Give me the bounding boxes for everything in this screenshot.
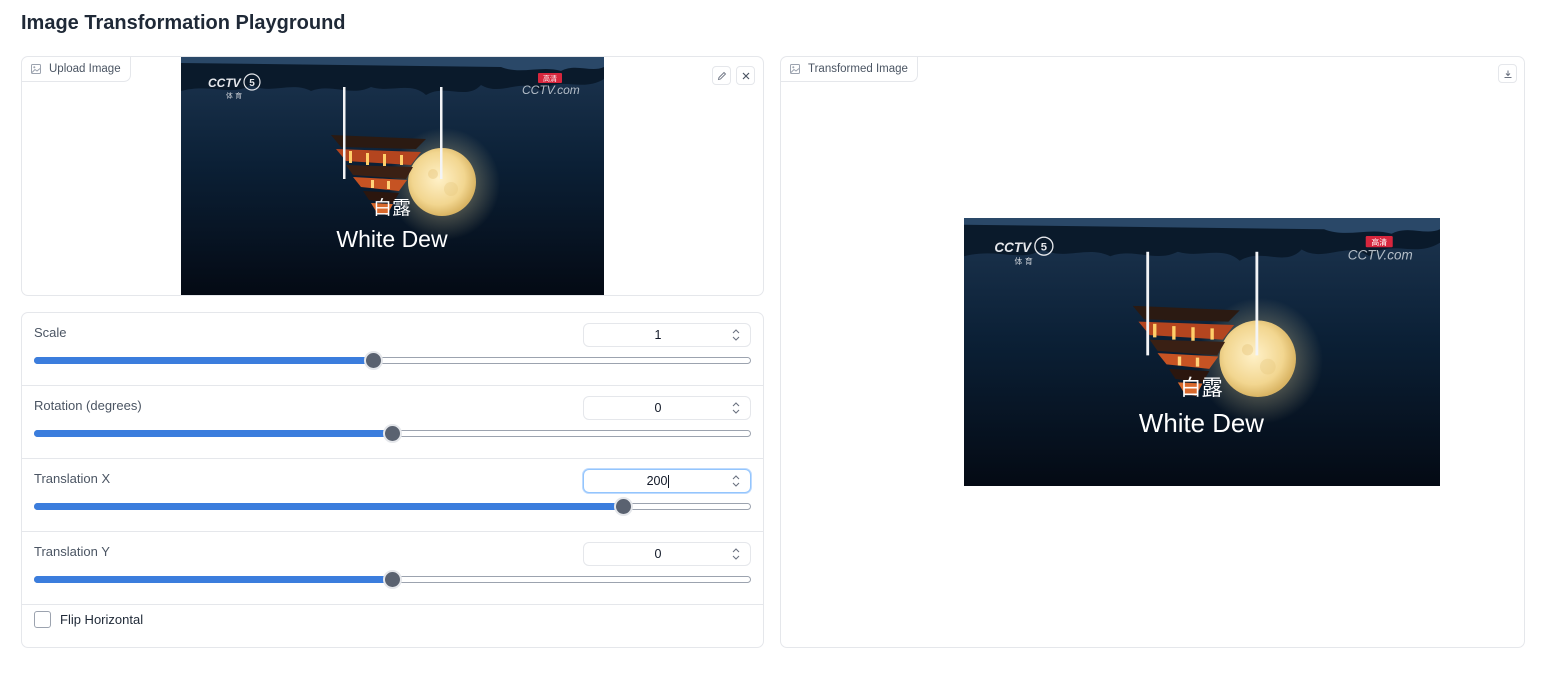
transformed-image-panel: Transformed Image 白露 White Dew CCTV 5 体 … xyxy=(780,56,1525,648)
svg-text:体 育: 体 育 xyxy=(226,91,242,100)
translation-y-slider[interactable] xyxy=(34,570,751,589)
rotation-label: Rotation (degrees) xyxy=(34,398,142,413)
upload-image-label: Upload Image xyxy=(22,57,131,82)
rotation-slider-fill xyxy=(34,430,393,437)
uploaded-image: 白露 White Dew CCTV 5 体 育 高清 CCTV.com xyxy=(181,57,604,295)
scale-label: Scale xyxy=(34,325,67,340)
translation-x-slider-fill xyxy=(34,503,625,510)
image-icon xyxy=(31,64,41,74)
translation-x-number-input[interactable]: 200 xyxy=(583,469,751,493)
translation-y-slider-fill xyxy=(34,576,393,583)
spinner-icon[interactable] xyxy=(731,546,741,562)
page-title: Image Transformation Playground xyxy=(21,12,346,34)
svg-text:CCTV.com: CCTV.com xyxy=(1348,248,1413,263)
upload-image-label-text: Upload Image xyxy=(49,63,121,75)
svg-text:体 育: 体 育 xyxy=(1015,256,1033,266)
transformed-image-scene: 白露 White Dew CCTV 5 体 育 高清 CCTV.com xyxy=(964,218,1440,486)
translation-y-slider-thumb[interactable] xyxy=(382,570,402,589)
svg-text:CCTV: CCTV xyxy=(208,76,242,90)
svg-text:CCTV: CCTV xyxy=(994,240,1032,255)
translation-y-label: Translation Y xyxy=(34,544,110,559)
translation-y-value: 0 xyxy=(654,547,662,561)
svg-text:White Dew: White Dew xyxy=(336,226,448,252)
translation-x-slider[interactable] xyxy=(34,497,751,516)
spinner-icon[interactable] xyxy=(731,327,741,343)
svg-text:CCTV.com: CCTV.com xyxy=(522,83,580,97)
close-icon xyxy=(742,72,749,79)
svg-text:5: 5 xyxy=(249,78,255,89)
flip-horizontal-checkbox[interactable] xyxy=(34,611,51,628)
translation-y-number-input[interactable]: 0 xyxy=(583,542,751,566)
svg-text:白露: 白露 xyxy=(373,197,411,219)
scale-number-input[interactable]: 1 xyxy=(583,323,751,347)
text-cursor xyxy=(668,475,670,489)
image-icon xyxy=(790,64,800,74)
scale-row: Scale 1 xyxy=(22,313,763,386)
flip-horizontal-label[interactable]: Flip Horizontal xyxy=(60,612,143,627)
clear-image-button[interactable] xyxy=(736,66,755,85)
svg-text:5: 5 xyxy=(1041,242,1047,254)
scale-slider-thumb[interactable] xyxy=(363,351,383,370)
transformed-image-label: Transformed Image xyxy=(781,57,918,82)
uploaded-image-scene: 白露 White Dew CCTV 5 体 育 高清 CCTV.com xyxy=(181,57,604,295)
translation-x-value-wrap: 200 xyxy=(584,470,732,492)
svg-text:高清: 高清 xyxy=(1371,237,1387,247)
svg-text:白露: 白露 xyxy=(1180,376,1223,401)
download-button[interactable] xyxy=(1498,64,1517,83)
download-icon xyxy=(1504,70,1511,78)
svg-text:高清: 高清 xyxy=(543,74,557,83)
edit-button[interactable] xyxy=(712,66,731,85)
scale-slider[interactable] xyxy=(34,351,751,370)
scale-slider-fill xyxy=(34,357,374,364)
pencil-icon xyxy=(717,71,726,80)
translation-y-row: Translation Y 0 xyxy=(22,532,763,605)
translation-x-label: Translation X xyxy=(34,471,111,486)
flip-horizontal-row[interactable]: Flip Horizontal xyxy=(22,605,763,647)
rotation-slider-thumb[interactable] xyxy=(382,424,402,443)
spinner-icon[interactable] xyxy=(731,473,741,489)
svg-text:White Dew: White Dew xyxy=(1139,410,1264,438)
transformed-image: 白露 White Dew CCTV 5 体 育 高清 CCTV.com xyxy=(964,218,1440,486)
controls-panel: Scale 1 Rotation (degrees) 0 Translation… xyxy=(21,312,764,648)
rotation-value: 0 xyxy=(654,401,662,415)
rotation-row: Rotation (degrees) 0 xyxy=(22,386,763,459)
translation-x-row: Translation X 200 xyxy=(22,459,763,532)
spinner-icon[interactable] xyxy=(731,400,741,416)
rotation-number-input[interactable]: 0 xyxy=(583,396,751,420)
rotation-slider[interactable] xyxy=(34,424,751,443)
translation-x-value: 200 xyxy=(646,474,668,488)
transformed-image-label-text: Transformed Image xyxy=(808,63,908,75)
scale-value: 1 xyxy=(654,328,662,342)
translation-x-slider-thumb[interactable] xyxy=(614,497,634,516)
upload-image-panel[interactable]: Upload Image 白露 White Dew CCTV 5 体 育 高清 … xyxy=(21,56,764,296)
